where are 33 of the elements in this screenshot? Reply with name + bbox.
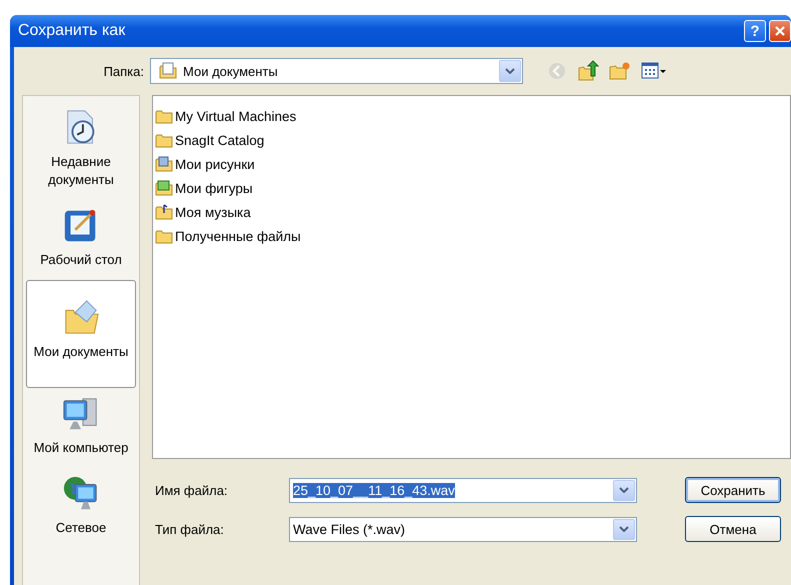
places-item[interactable]: Сетевое [26,468,136,548]
file-list-item[interactable]: Моя музыка [155,200,790,224]
folder-dropdown[interactable]: Мои документы [150,58,523,84]
file-name-label: Имя файла: [154,482,229,498]
file-list-item[interactable]: My Virtual Machines [155,104,790,128]
folder-icon [155,132,173,148]
window-title: Сохранить как [17,22,126,40]
help-button[interactable]: ? [744,20,766,42]
file-type-dropdown[interactable]: Wave Files (*.wav) [289,516,637,542]
folder-icon [155,108,173,124]
places-item[interactable]: Мой компьютер [26,388,136,468]
picture-folder-icon [155,156,173,172]
file-list-item[interactable]: Мои фигуры [155,176,790,200]
music-folder-icon [155,204,173,220]
up-folder-icon[interactable] [577,60,599,82]
places-item[interactable]: Мои документы [26,280,136,388]
places-item[interactable]: Рабочий стол [26,200,136,280]
folder-label: Папка: [102,64,145,78]
view-menu-icon[interactable] [641,62,667,80]
shapes-folder-icon [155,180,173,196]
save-button[interactable]: Сохранить [685,477,781,503]
file-list-item[interactable]: Полученные файлы [155,224,790,248]
file-name-field[interactable]: 25_10_07__11_16_43.wav [289,478,637,502]
document-folder-icon [159,62,177,80]
file-type-label: Тип файла: [154,522,225,536]
file-list-item[interactable]: Мои рисунки [155,152,790,176]
places-item[interactable]: Недавние документы [26,102,136,200]
new-folder-icon[interactable] [609,61,631,81]
close-button[interactable] [769,20,791,42]
folder-icon [155,228,173,244]
file-list-item[interactable]: SnagIt Catalog [155,128,790,152]
cancel-button[interactable]: Отмена [685,516,781,542]
close-icon [774,25,786,37]
